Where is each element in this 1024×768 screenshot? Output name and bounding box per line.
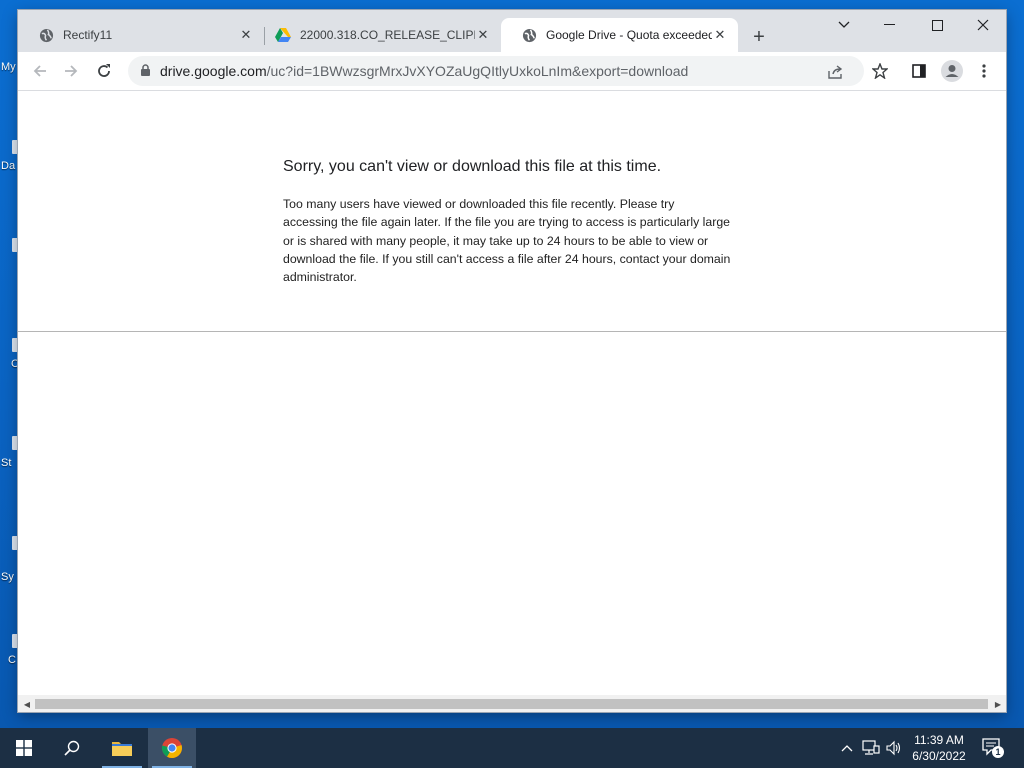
windows-logo-icon	[16, 740, 32, 756]
tab-title: Google Drive - Quota exceeded	[546, 28, 712, 42]
divider	[18, 331, 1006, 332]
globe-icon	[521, 27, 537, 43]
error-title: Sorry, you can't view or download this f…	[283, 158, 662, 175]
clock-time: 11:39 AM	[914, 733, 964, 747]
back-arrow-icon	[33, 65, 46, 77]
maximize-icon	[931, 19, 943, 31]
google-drive-icon	[275, 27, 291, 43]
url-text: drive.google.com/uc?id=1BWwzsgrMrxJvXYOZ…	[160, 63, 688, 79]
tab-title: Rectify11	[63, 28, 113, 42]
globe-icon	[38, 27, 54, 43]
more-vert-icon	[982, 64, 986, 78]
browser-window: Rectify11 ✕ 22000.318.CO_RELEASE_CLIPRO_…	[18, 10, 1006, 712]
forward-button[interactable]	[58, 58, 84, 84]
browser-toolbar: drive.google.com/uc?id=1BWwzsgrMrxJvXYOZ…	[18, 52, 1006, 90]
scroll-left-arrow-icon[interactable]: ◀	[22, 699, 32, 709]
notification-count-badge: 1	[992, 746, 1004, 758]
scrollbar-thumb[interactable]	[35, 699, 988, 709]
new-tab-button[interactable]: +	[747, 25, 771, 49]
menu-button[interactable]	[973, 60, 995, 82]
start-button[interactable]	[0, 728, 48, 768]
folder-icon	[112, 742, 132, 756]
desktop-label[interactable]: St	[1, 457, 11, 469]
page-content: Sorry, you can't view or download this f…	[18, 91, 1006, 695]
tab-rectify11[interactable]: Rectify11 ✕	[18, 18, 264, 52]
volume-icon[interactable]	[885, 739, 903, 757]
network-icon[interactable]	[862, 739, 880, 757]
close-icon	[977, 19, 989, 31]
lock-icon[interactable]	[140, 64, 151, 82]
desktop-label[interactable]: Sy	[1, 571, 14, 583]
avatar-icon	[941, 60, 963, 82]
reload-button[interactable]	[91, 58, 117, 84]
tab-release-file[interactable]: 22000.318.CO_RELEASE_CLIPRO_ ✕	[255, 18, 501, 52]
chrome-icon	[161, 738, 182, 759]
search-icon	[64, 740, 80, 756]
back-button[interactable]	[27, 58, 53, 84]
scroll-right-arrow-icon[interactable]: ▶	[993, 699, 1003, 709]
tab-search-button[interactable]	[821, 10, 867, 40]
close-icon[interactable]: ✕	[475, 27, 491, 43]
error-message: Too many users have viewed or downloaded…	[283, 197, 731, 285]
close-window-button[interactable]	[960, 10, 1006, 40]
maximize-button[interactable]	[914, 10, 960, 40]
show-hidden-icons-chevron-up-icon[interactable]	[838, 739, 856, 757]
url-host: drive.google.com	[160, 63, 267, 79]
desktop-label[interactable]: C	[8, 654, 16, 666]
address-bar[interactable]: drive.google.com/uc?id=1BWwzsgrMrxJvXYOZ…	[128, 56, 864, 86]
profile-button[interactable]	[941, 60, 963, 82]
reload-icon	[98, 64, 110, 77]
desktop-label[interactable]: My	[1, 61, 16, 73]
url-path: /uc?id=1BWwzsgrMrxJvXYOZaUgQItlyUxkoLnIm…	[266, 63, 689, 79]
bookmark-star-icon[interactable]	[870, 61, 890, 81]
minimize-button[interactable]	[866, 10, 912, 40]
side-panel-button[interactable]	[908, 60, 930, 82]
side-panel-icon	[912, 64, 926, 78]
forward-arrow-icon	[65, 65, 78, 77]
close-icon[interactable]: ✕	[712, 27, 728, 43]
desktop-label[interactable]: Da	[1, 160, 15, 172]
clock-date: 6/30/2022	[912, 749, 966, 763]
tab-title: 22000.318.CO_RELEASE_CLIPRO_	[300, 28, 475, 42]
share-icon[interactable]	[826, 62, 846, 82]
file-explorer-button[interactable]	[98, 728, 146, 768]
tab-strip: Rectify11 ✕ 22000.318.CO_RELEASE_CLIPRO_…	[18, 10, 1006, 52]
close-icon[interactable]: ✕	[238, 27, 254, 43]
taskbar: 11:39 AM 6/30/2022 1	[0, 728, 1024, 768]
action-center-button[interactable]: 1	[982, 738, 1004, 758]
minimize-icon	[883, 24, 895, 25]
horizontal-scrollbar[interactable]: ◀ ▶	[18, 695, 1006, 712]
search-button[interactable]	[48, 728, 96, 768]
clock[interactable]: 11:39 AM 6/30/2022	[906, 732, 972, 764]
chevron-down-icon	[838, 21, 850, 28]
tab-quota-exceeded[interactable]: Google Drive - Quota exceeded ✕	[501, 18, 738, 52]
chrome-button[interactable]	[148, 728, 196, 768]
